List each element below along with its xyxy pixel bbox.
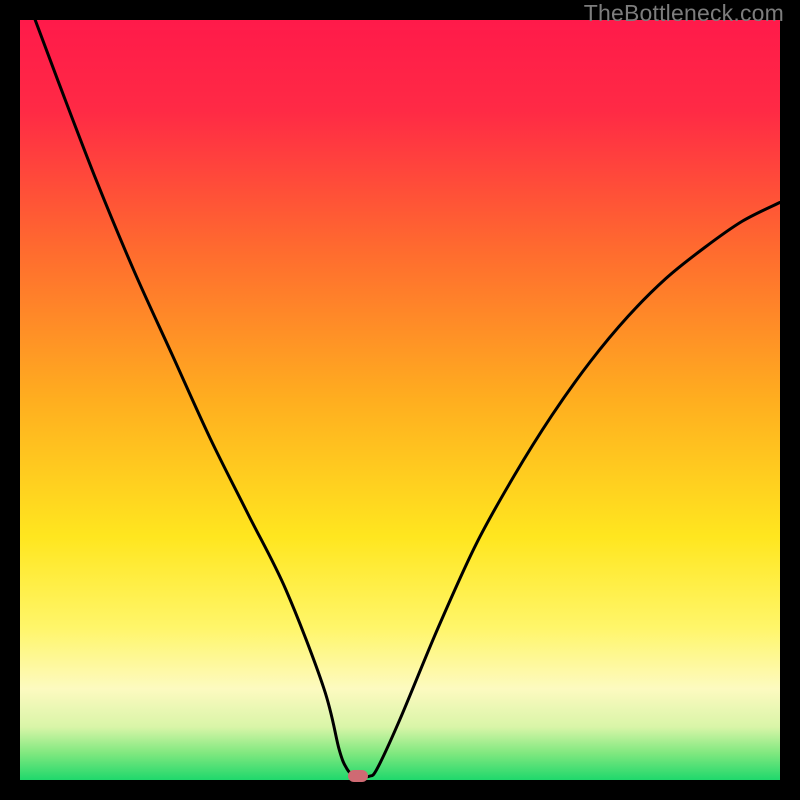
chart-frame: [20, 20, 780, 780]
bottleneck-chart: [20, 20, 780, 780]
chart-background: [20, 20, 780, 780]
optimal-point-marker: [348, 770, 368, 782]
watermark-label: TheBottleneck.com: [584, 0, 784, 27]
